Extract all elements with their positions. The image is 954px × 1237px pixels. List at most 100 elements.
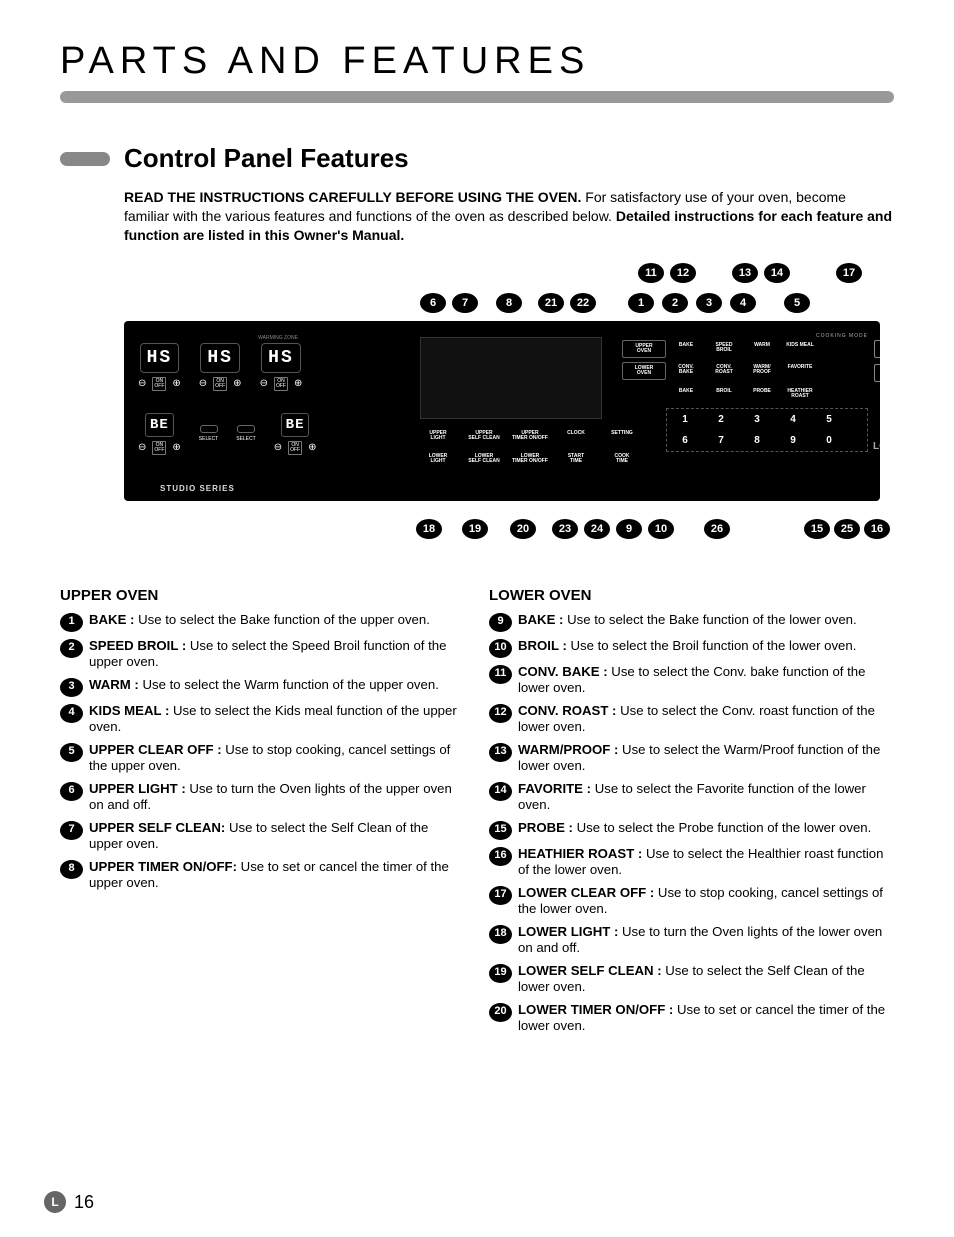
callout-20: 20	[510, 519, 536, 539]
num-1: 1	[667, 409, 703, 430]
feature-badge: 11	[489, 665, 512, 684]
plus-icon: ⊕	[172, 378, 180, 389]
lg-logo-icon: L	[44, 1191, 66, 1213]
conv-bake-btn: CONV.BAKE	[668, 362, 704, 380]
feature-item: 6UPPER LIGHT : Use to turn the Oven ligh…	[60, 781, 465, 814]
feature-desc: Use to select the Bake function of the u…	[134, 612, 429, 627]
page-number-value: 16	[74, 1192, 94, 1213]
feature-term: WARM :	[89, 677, 139, 692]
feature-term: UPPER LIGHT :	[89, 781, 186, 796]
feature-badge: 12	[489, 704, 512, 723]
num-4: 4	[775, 409, 811, 430]
callout-23: 23	[552, 519, 578, 539]
feature-text: WARM : Use to select the Warm function o…	[89, 677, 439, 694]
feature-text: UPPER LIGHT : Use to turn the Oven light…	[89, 781, 465, 814]
feature-item: 5 UPPER CLEAR OFF : Use to stop cooking, …	[60, 742, 465, 775]
warm-btn: WARM	[744, 340, 780, 358]
lower-oven-heading: LOWER OVEN	[489, 587, 894, 604]
plus-icon: ⊕	[233, 378, 241, 389]
callout-7: 7	[452, 293, 478, 313]
feature-item: 1BAKE : Use to select the Bake function …	[60, 612, 465, 632]
feature-badge: 15	[489, 821, 512, 840]
section-pill	[60, 152, 110, 166]
feature-text: WARM/PROOF : Use to select the Warm/Proo…	[518, 742, 894, 775]
feature-term: PROBE :	[518, 820, 573, 835]
control-panel: WARMING ZONE HS ⊖ONOFF⊕ HS ⊖ONOFF⊕ HS ⊖O…	[124, 321, 880, 501]
intro-paragraph: READ THE INSTRUCTIONS CAREFULLY BEFORE U…	[124, 188, 894, 245]
feature-desc: Use to select the Bake function of the l…	[563, 612, 856, 627]
feature-text: BAKE : Use to select the Bake function o…	[518, 612, 857, 629]
feature-item: 19 LOWER SELF CLEAN : Use to select the S…	[489, 963, 894, 996]
callout-row-bottom-left: 18 19 20 23 24 9 10	[416, 519, 674, 539]
feature-term: CONV. ROAST :	[518, 703, 616, 718]
start-btn: START	[873, 415, 880, 436]
lower-light-btn: LOWERLIGHT	[420, 454, 456, 465]
feature-term: LOWER SELF CLEAN :	[518, 963, 662, 978]
feature-text: LOWER CLEAR OFF : Use to stop cooking, c…	[518, 885, 894, 918]
callout-17: 17	[836, 263, 862, 283]
favorite-btn: FAVORITE	[782, 362, 818, 380]
feature-term: UPPER TIMER ON/OFF:	[89, 859, 237, 874]
callout-row-top-right-upper: 11 12 13 14 17	[638, 263, 862, 283]
feature-text: SPEED BROIL : Use to select the Speed Br…	[89, 638, 465, 671]
num-5: 5	[811, 409, 847, 430]
feature-term: KIDS MEAL :	[89, 703, 169, 718]
page-title: PARTS AND FEATURES	[60, 40, 894, 83]
callout-2: 2	[662, 293, 688, 313]
callout-3: 3	[696, 293, 722, 313]
feature-text: LOWER LIGHT : Use to turn the Oven light…	[518, 924, 894, 957]
callout-11: 11	[638, 263, 664, 283]
upper-oven-label: UPPEROVEN	[622, 340, 666, 358]
feature-item: 16HEATHIER ROAST : Use to select the Hea…	[489, 846, 894, 879]
callout-19: 19	[462, 519, 488, 539]
num-9: 9	[775, 430, 811, 451]
feature-term: LOWER CLEAR OFF :	[518, 885, 654, 900]
upper-self-clean-btn: UPPERSELF CLEAN	[466, 431, 502, 442]
minus-icon: ⊖	[274, 442, 282, 453]
feature-badge: 16	[489, 847, 512, 866]
num-8: 8	[739, 430, 775, 451]
feature-text: UPPER CLEAR OFF : Use to stop cooking, c…	[89, 742, 465, 775]
callout-24: 24	[584, 519, 610, 539]
burner-display-5: BE	[281, 413, 310, 437]
lower-oven-mode-row1: LOWEROVEN CONV.BAKE CONV.ROAST WARM/PROO…	[622, 362, 868, 380]
feature-desc: Use to select the Broil function of the …	[567, 638, 857, 653]
feature-badge: 19	[489, 964, 512, 983]
feature-badge: 5	[60, 743, 83, 762]
plus-icon: ⊕	[294, 378, 302, 389]
feature-badge: 2	[60, 639, 83, 658]
lower-oven-mode-row2: BAKE BROIL PROBE HEATHIERROAST	[622, 386, 868, 402]
right-block: COOKING MODE UPPEROVEN BAKE SPEEDBROIL W…	[622, 333, 868, 452]
feature-badge: 4	[60, 704, 83, 723]
feature-badge: 17	[489, 886, 512, 905]
callout-6: 6	[420, 293, 446, 313]
select-label-2: SELECT	[236, 436, 255, 442]
feature-text: LOWER SELF CLEAN : Use to select the Sel…	[518, 963, 894, 996]
upper-clear-off-btn: UPPERCLEAR OFF	[874, 340, 880, 358]
callout-18: 18	[416, 519, 442, 539]
bake-btn-lower: BAKE	[668, 386, 704, 402]
onoff-btn-4: ONOFF	[152, 441, 166, 455]
feature-term: LOWER TIMER ON/OFF :	[518, 1002, 673, 1017]
num-0: 0	[811, 430, 847, 451]
feature-text: FAVORITE : Use to select the Favorite fu…	[518, 781, 894, 814]
feature-term: FAVORITE :	[518, 781, 591, 796]
feature-term: BAKE :	[89, 612, 134, 627]
callout-26: 26	[704, 519, 730, 539]
feature-badge: 20	[489, 1003, 512, 1022]
num-2: 2	[703, 409, 739, 430]
callout-22: 22	[570, 293, 596, 313]
lcd-display	[420, 337, 602, 419]
feature-text: BROIL : Use to select the Broil function…	[518, 638, 856, 655]
lower-clear-off-btn: LOWERCLEAR OFF	[874, 364, 880, 382]
feature-text: LOWER TIMER ON/OFF : Use to set or cance…	[518, 1002, 894, 1035]
onoff-btn-2: ONOFF	[213, 377, 227, 391]
callout-16: 16	[864, 519, 890, 539]
probe-btn: PROBE	[744, 386, 780, 402]
callout-5: 5	[784, 293, 810, 313]
lower-oven-label: LOWEROVEN	[622, 362, 666, 380]
minus-icon: ⊖	[138, 442, 146, 453]
minus-icon: ⊖	[138, 378, 146, 389]
num-3: 3	[739, 409, 775, 430]
select-pill-icon	[200, 425, 218, 433]
